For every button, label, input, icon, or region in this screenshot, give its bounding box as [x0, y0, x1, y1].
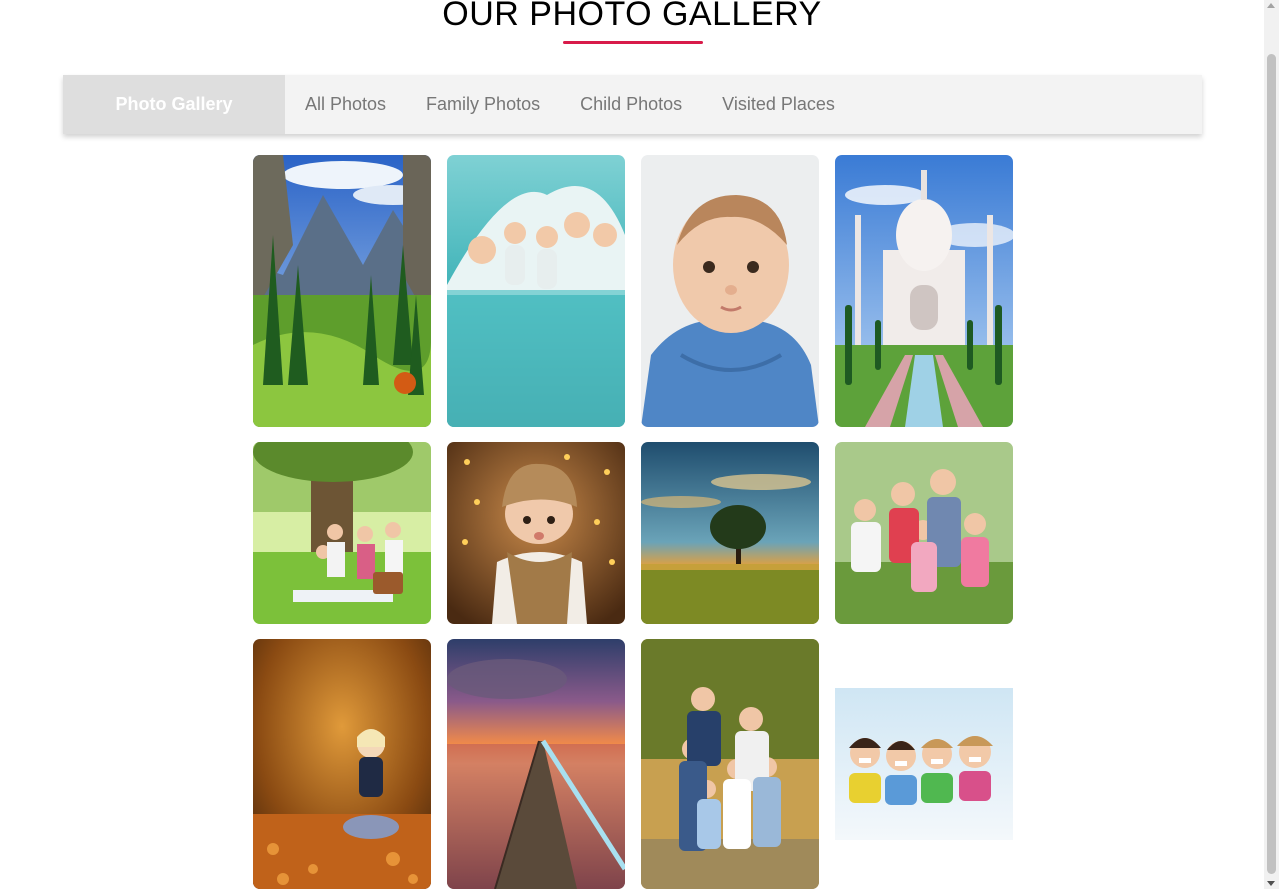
gallery-filter-navbar: Photo Gallery All Photos Family Photos C… — [63, 75, 1202, 134]
family-under-blanket-photo[interactable] — [447, 155, 625, 427]
scroll-up-arrow-icon[interactable] — [1267, 3, 1275, 8]
page-title: OUR PHOTO GALLERY — [442, 0, 822, 33]
family-in-park-photo[interactable] — [835, 442, 1013, 624]
nav-links: All Photos Family Photos Child Photos Vi… — [285, 75, 875, 134]
taj-mahal-photo[interactable] — [835, 155, 1013, 427]
family-of-six-photo[interactable] — [641, 639, 819, 889]
baby-in-knit-hat-photo[interactable] — [447, 442, 625, 624]
title-underline — [563, 41, 703, 44]
scroll-down-arrow-icon[interactable] — [1267, 881, 1275, 886]
nav-link-child-photos[interactable]: Child Photos — [580, 94, 682, 115]
baby-portrait-photo[interactable] — [641, 155, 819, 427]
tree-sunset-field-photo[interactable] — [641, 442, 819, 624]
family-picnic-photo[interactable] — [253, 442, 431, 624]
child-in-autumn-leaves-photo[interactable] — [253, 639, 431, 889]
pier-sunset-photo[interactable] — [447, 639, 625, 889]
nav-link-all-photos[interactable]: All Photos — [305, 94, 386, 115]
nav-brand-photo-gallery[interactable]: Photo Gallery — [63, 75, 285, 134]
photo-grid — [253, 155, 1013, 889]
nav-link-family-photos[interactable]: Family Photos — [426, 94, 540, 115]
vertical-scrollbar[interactable] — [1264, 0, 1279, 889]
mountain-landscape-photo[interactable] — [253, 155, 431, 427]
scrollbar-thumb[interactable] — [1267, 54, 1276, 874]
page: OUR PHOTO GALLERY Photo Gallery All Phot… — [0, 0, 1279, 889]
nav-link-visited-places[interactable]: Visited Places — [722, 94, 835, 115]
four-kids-smiling-photo[interactable] — [835, 639, 1013, 889]
